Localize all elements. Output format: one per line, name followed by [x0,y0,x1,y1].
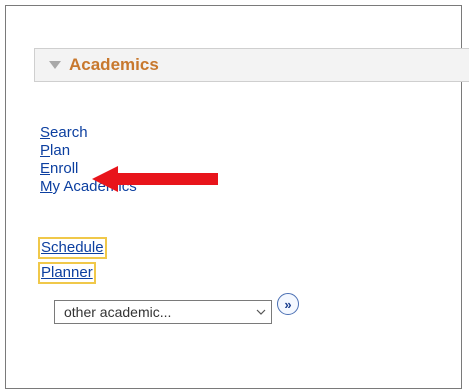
schedule-link[interactable]: Schedule [38,237,107,259]
chevron-down-icon [256,309,266,315]
search-link[interactable]: Search [40,124,137,142]
section-title: Academics [69,55,159,74]
academics-section-header[interactable]: Academics [34,48,469,82]
plan-link[interactable]: Plan [40,142,137,160]
select-value: other academic... [64,304,172,320]
double-chevron-right-icon: » [284,296,292,312]
planner-link[interactable]: Planner [38,262,96,284]
other-academic-select[interactable]: other academic... [54,300,272,324]
go-button[interactable]: » [277,293,299,315]
collapse-triangle-icon[interactable] [49,61,61,69]
red-arrow-icon [92,166,218,192]
quick-links: Schedule Planner [38,237,107,287]
